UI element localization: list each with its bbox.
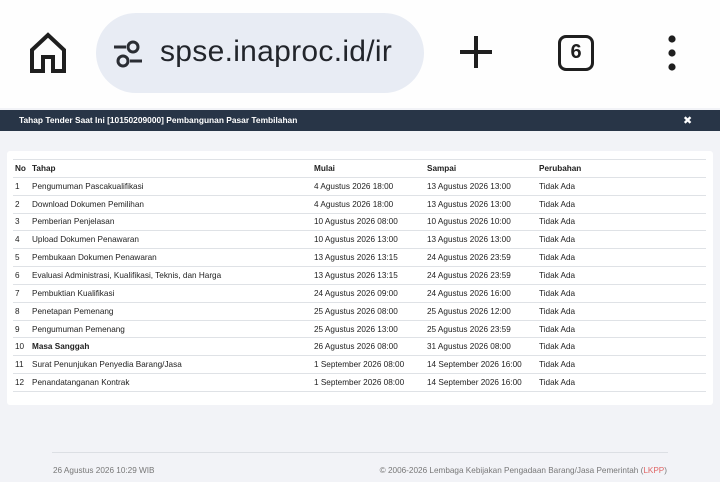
cell-sampai: 25 Agustus 2026 23:59: [425, 319, 537, 338]
cell-perubahan: Tidak Ada: [537, 337, 706, 356]
cell-tahap: Pembuktian Kualifikasi: [30, 283, 312, 303]
cell-mulai: 24 Agustus 2026 09:00: [312, 283, 425, 303]
table-row: 2 Download Dokumen Pemilihan 4 Agustus 202…: [13, 194, 706, 214]
dialog-title: Tahap Tender Saat Ini [10150209000] Pemb…: [0, 110, 720, 131]
cell-perubahan: Tidak Ada: [537, 176, 706, 196]
schedule-table: No Tahap Mulai Sampai Perubahan 1 Pengumu…: [13, 159, 706, 392]
close-icon[interactable]: ✖: [683, 114, 696, 128]
cell-mulai: 1 September 2026 08:00: [312, 355, 425, 374]
header-sampai: Sampai: [425, 159, 537, 178]
cell-no: 2: [13, 194, 30, 214]
cell-no: 11: [13, 355, 30, 374]
lkpp-link[interactable]: LKPP: [643, 466, 664, 475]
cell-perubahan: Tidak Ada: [537, 373, 706, 392]
table-row: 9 Pengumuman Pemenang 25 Agustus 2026 13:0…: [13, 319, 706, 338]
cell-sampai: 13 Agustus 2026 13:00: [425, 230, 537, 249]
address-bar[interactable]: spse.inaproc.id/ir: [96, 13, 424, 93]
cell-tahap: Evaluasi Administrasi, Kualifikasi, Tekn…: [30, 266, 312, 285]
cell-tahap: Masa Sanggah: [30, 337, 312, 356]
cell-no: 6: [13, 266, 30, 285]
table-row: 11 Surat Penunjukan Penyedia Barang/Jasa 1…: [13, 355, 706, 374]
table-row: 7 Pembuktian Kualifikasi 24 Agustus 2026 0…: [13, 283, 706, 303]
cell-mulai: 10 Agustus 2026 08:00: [312, 212, 425, 231]
header-mulai: Mulai: [312, 159, 425, 178]
cell-sampai: 14 September 2026 16:00: [425, 355, 537, 374]
cell-tahap: Surat Penunjukan Penyedia Barang/Jasa: [30, 355, 312, 374]
cell-sampai: 24 Agustus 2026 23:59: [425, 266, 537, 285]
table-row: 1 Pengumuman Pascakualifikasi 4 Agustus 20…: [13, 176, 706, 196]
cell-sampai: 14 September 2026 16:00: [425, 373, 537, 392]
cell-no: 4: [13, 230, 30, 249]
cell-no: 9: [13, 319, 30, 338]
tune-icon[interactable]: [112, 40, 144, 68]
cell-sampai: 10 Agustus 2026 10:00: [425, 212, 537, 231]
cell-no: 1: [13, 176, 30, 196]
plus-icon[interactable]: [458, 34, 494, 70]
table-row: 12 Penandatanganan Kontrak 1 September 202…: [13, 373, 706, 392]
table-row: 4 Upload Dokumen Penawaran 10 Agustus 2026…: [13, 230, 706, 249]
cell-sampai: 13 Agustus 2026 13:00: [425, 176, 537, 196]
cell-mulai: 25 Agustus 2026 13:00: [312, 319, 425, 338]
browser-toolbar: spse.inaproc.id/ir 6: [0, 0, 720, 108]
cell-tahap: Pembukaan Dokumen Penawaran: [30, 248, 312, 267]
cell-tahap: Penetapan Pemenang: [30, 301, 312, 321]
cell-sampai: 24 Agustus 2026 23:59: [425, 248, 537, 267]
cell-perubahan: Tidak Ada: [537, 319, 706, 338]
cell-tahap: Pengumuman Pemenang: [30, 319, 312, 338]
schedule-card: No Tahap Mulai Sampai Perubahan 1 Pengumu…: [7, 151, 713, 405]
cell-sampai: 25 Agustus 2026 12:00: [425, 301, 537, 321]
cell-no: 5: [13, 248, 30, 267]
cell-perubahan: Tidak Ada: [537, 194, 706, 214]
cell-perubahan: Tidak Ada: [537, 355, 706, 374]
cell-perubahan: Tidak Ada: [537, 230, 706, 249]
cell-no: 12: [13, 373, 30, 392]
copyright-text: © 2006-2026 Lembaga Kebijakan Pengadaan …: [379, 466, 644, 475]
cell-sampai: 31 Agustus 2026 08:00: [425, 337, 537, 356]
cell-sampai: 13 Agustus 2026 13:00: [425, 194, 537, 214]
cell-perubahan: Tidak Ada: [537, 248, 706, 267]
footer-datetime: 26 Agustus 2026 10:29 WIB: [53, 466, 155, 475]
cell-tahap: Pemberian Penjelasan: [30, 212, 312, 231]
cell-tahap: Pengumuman Pascakualifikasi: [30, 176, 312, 196]
header-no: No: [13, 159, 30, 178]
table-row: 8 Penetapan Pemenang 25 Agustus 2026 08:00…: [13, 301, 706, 321]
url-text[interactable]: spse.inaproc.id/ir: [160, 35, 392, 69]
home-icon[interactable]: [28, 30, 68, 76]
cell-mulai: 10 Agustus 2026 13:00: [312, 230, 425, 249]
cell-perubahan: Tidak Ada: [537, 266, 706, 285]
table-row: 3 Pemberian Penjelasan 10 Agustus 2026 08:…: [13, 212, 706, 231]
cell-no: 3: [13, 212, 30, 231]
cell-no: 8: [13, 301, 30, 321]
tabs-icon[interactable]: 6: [558, 35, 594, 71]
tab-count: 6: [570, 41, 582, 63]
cell-tahap: Download Dokumen Pemilihan: [30, 194, 312, 214]
table-row: 5 Pembukaan Dokumen Penawaran 13 Agustus 2…: [13, 248, 706, 267]
footer-divider: [52, 452, 668, 453]
copyright-suffix: ): [664, 466, 667, 475]
table-header-row: No Tahap Mulai Sampai Perubahan: [13, 159, 706, 178]
cell-mulai: 26 Agustus 2026 08:00: [312, 337, 425, 356]
cell-sampai: 24 Agustus 2026 16:00: [425, 283, 537, 303]
header-perubahan: Perubahan: [537, 159, 706, 178]
header-tahap: Tahap: [30, 159, 312, 178]
cell-perubahan: Tidak Ada: [537, 283, 706, 303]
cell-mulai: 13 Agustus 2026 13:15: [312, 266, 425, 285]
cell-mulai: 4 Agustus 2026 18:00: [312, 176, 425, 196]
table-row: 6 Evaluasi Administrasi, Kualifikasi, Tek…: [13, 266, 706, 285]
cell-mulai: 1 September 2026 08:00: [312, 373, 425, 392]
cell-no: 10: [13, 337, 30, 356]
more-vert-icon[interactable]: [664, 35, 680, 71]
cell-perubahan: Tidak Ada: [537, 301, 706, 321]
cell-mulai: 25 Agustus 2026 08:00: [312, 301, 425, 321]
cell-tahap: Upload Dokumen Penawaran: [30, 230, 312, 249]
cell-perubahan: Tidak Ada: [537, 212, 706, 231]
cell-tahap: Penandatanganan Kontrak: [30, 373, 312, 392]
cell-mulai: 13 Agustus 2026 13:15: [312, 248, 425, 267]
table-row: 10 Masa Sanggah 26 Agustus 2026 08:00 31 Ag…: [13, 337, 706, 356]
cell-mulai: 4 Agustus 2026 18:00: [312, 194, 425, 214]
footer-copyright: © 2006-2026 Lembaga Kebijakan Pengadaan …: [300, 466, 667, 475]
cell-no: 7: [13, 283, 30, 303]
